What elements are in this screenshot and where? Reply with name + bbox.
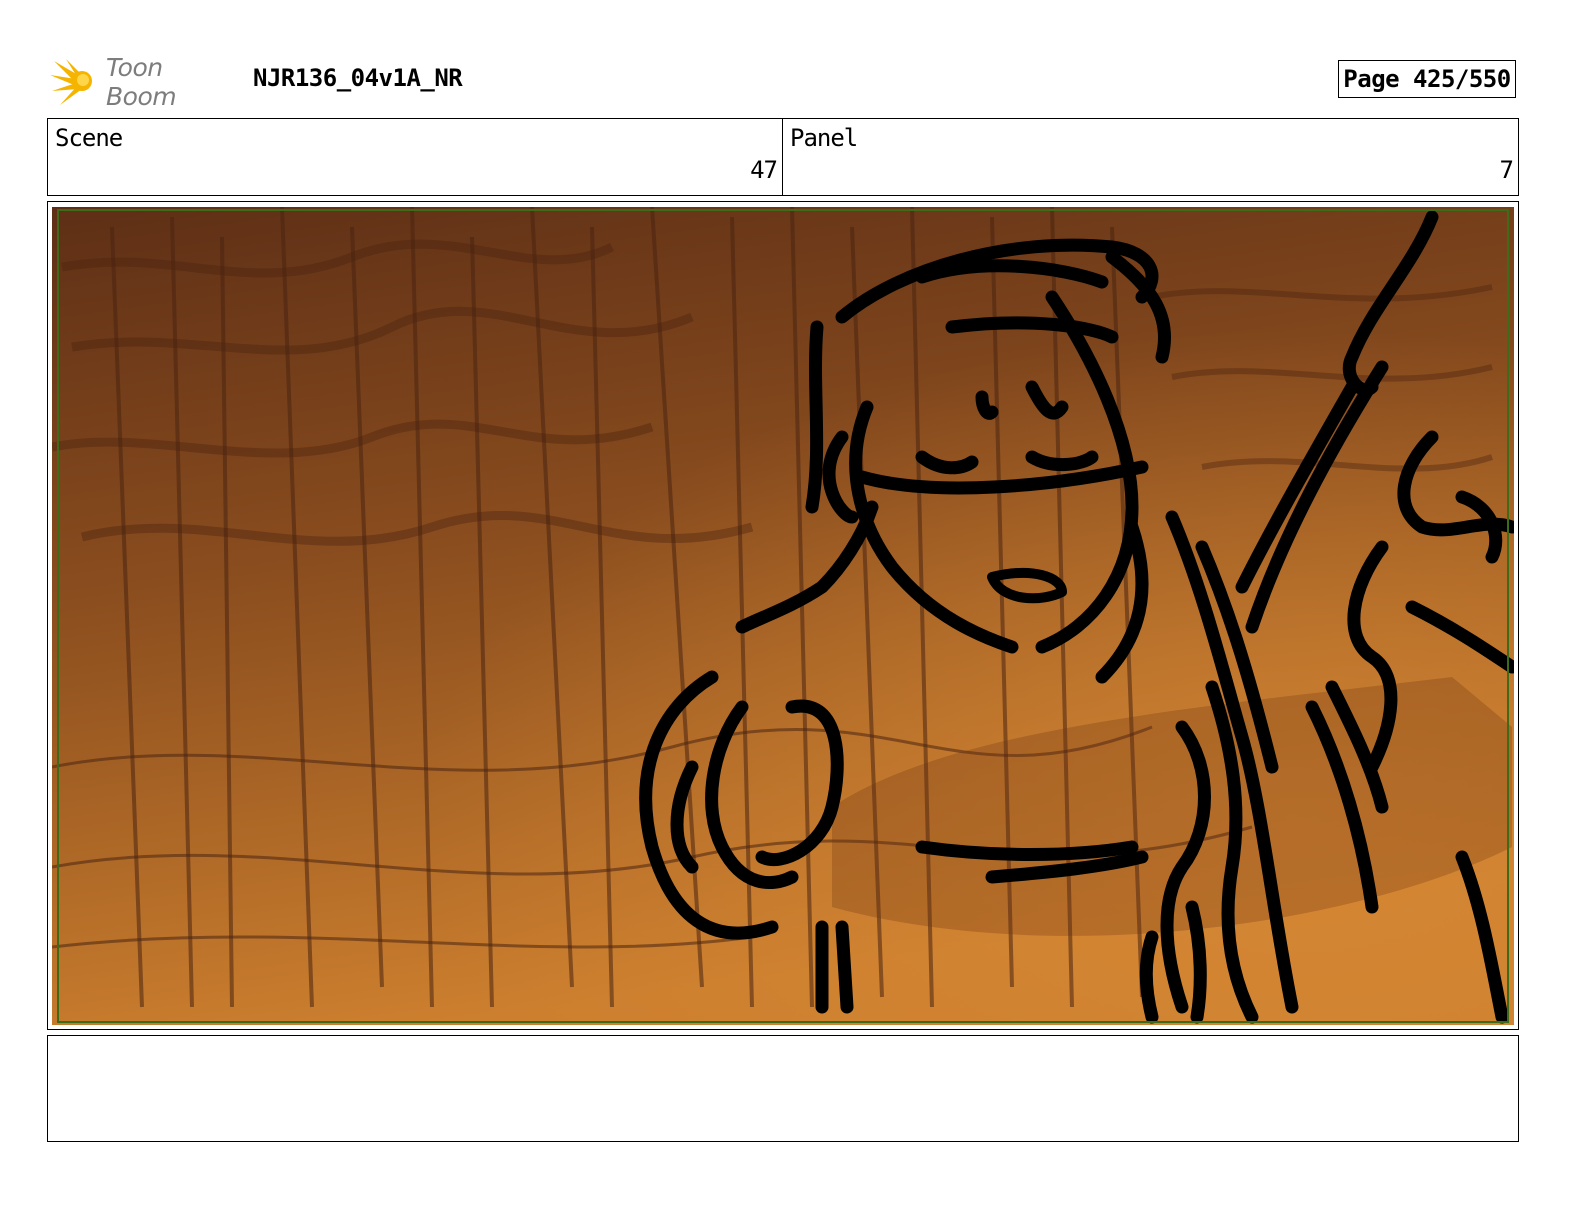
page-number: Page 425/550 xyxy=(1338,60,1516,98)
scene-panel-info: Scene 47 Panel 7 xyxy=(47,118,1519,196)
notes-box xyxy=(47,1035,1519,1142)
scene-label: Scene xyxy=(55,124,123,152)
logo-text: Toon Boom xyxy=(106,53,177,111)
panel-cell: Panel 7 xyxy=(783,119,1518,195)
panel-image-frame xyxy=(47,201,1519,1030)
scene-number: 47 xyxy=(750,156,778,184)
toon-boom-logo: Toon Boom xyxy=(50,53,240,111)
toon-boom-burst-icon xyxy=(50,59,92,105)
panel-number: 7 xyxy=(1499,156,1514,184)
panel-label: Panel xyxy=(790,124,858,152)
scene-cell: Scene 47 xyxy=(48,119,783,195)
document-title: NJR136_04v1A_NR xyxy=(253,64,463,92)
storyboard-sketch-image xyxy=(52,207,1514,1025)
